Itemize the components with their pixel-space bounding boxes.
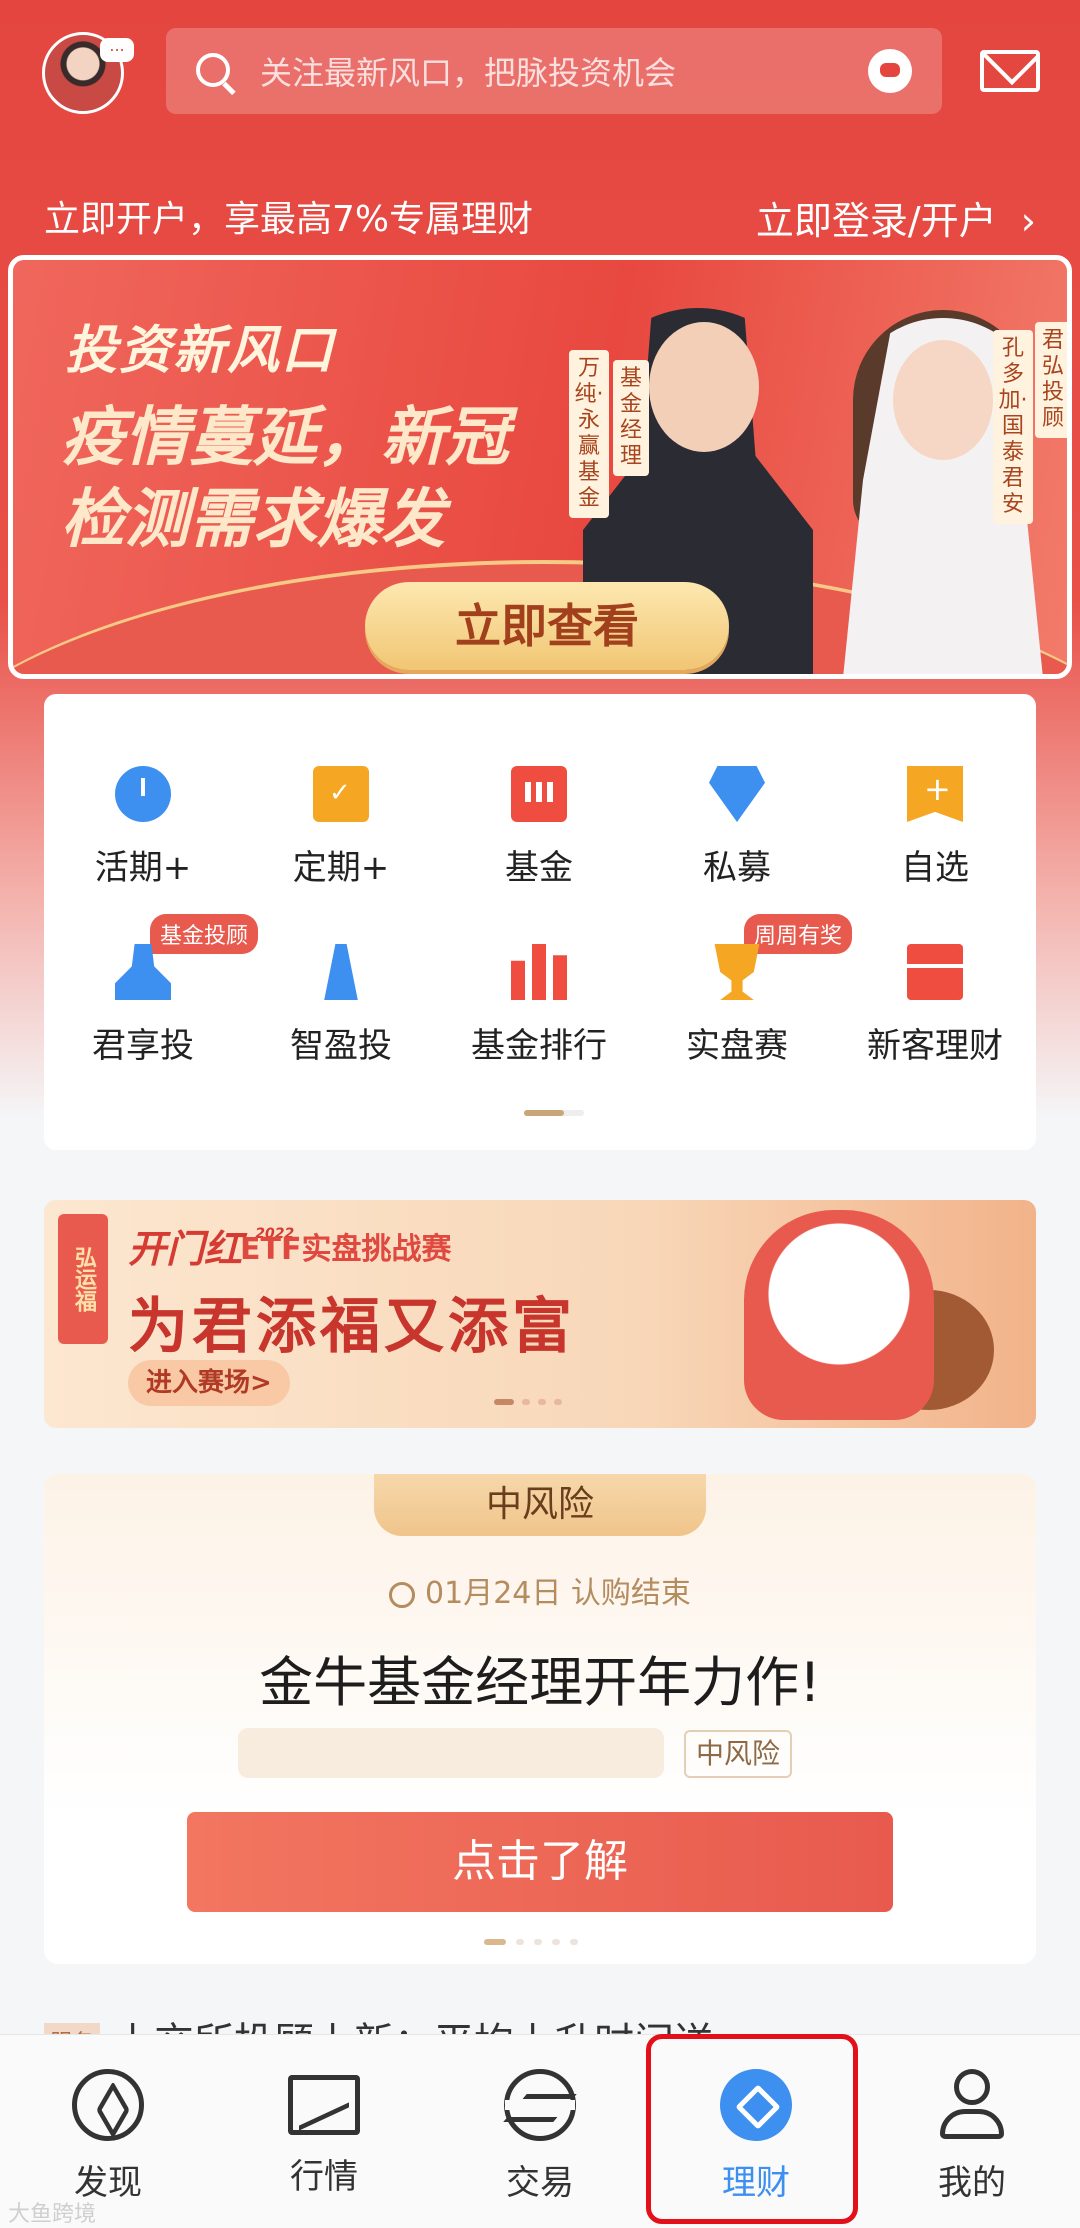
grid-item-junxiangtou[interactable]: 基金投顾 君享投 <box>44 914 259 1067</box>
nav-market[interactable]: 行情 <box>216 2035 432 2228</box>
etf-contest-banner[interactable]: 弘运福 开门红 2022 ETF实盘挑战赛 为君添福又添富 进入赛场> <box>44 1200 1036 1428</box>
watermark: 大鱼跨境 <box>8 2202 97 2227</box>
etf-seal: 弘运福 <box>58 1214 108 1344</box>
etf-title: ETF实盘挑战赛 <box>240 1232 452 1267</box>
alarm-clock-icon <box>389 1582 416 1608</box>
etf-headline: 为君添福又添富 <box>128 1292 576 1362</box>
grid-page-indicator <box>524 1110 584 1116</box>
tower-icon <box>324 944 358 1000</box>
grid-item-label: 自选 <box>901 848 969 888</box>
grid-item-label: 活期+ <box>94 848 192 888</box>
login-open-account-link[interactable]: 立即登录/开户 › <box>756 190 1036 245</box>
compass-icon <box>72 2069 144 2141</box>
search-placeholder: 关注最新风口，把脉投资机会 <box>260 54 677 92</box>
risk-level-tab: 中风险 <box>374 1474 706 1536</box>
trophy-icon <box>714 944 760 1000</box>
banner-headline-line1: 疫情蔓延，新冠 <box>61 401 509 475</box>
advisor-name: 孔多加·国泰君安 <box>998 336 1028 517</box>
bookmark-plus-icon <box>907 766 963 822</box>
risk-tag: 中风险 <box>684 1730 793 1778</box>
fund-manager-name: 万纯·永赢基金 <box>574 356 604 511</box>
fund-manager-role-tag: 基金经理 <box>613 360 649 476</box>
message-bubble-icon[interactable]: ... <box>100 38 134 62</box>
grid-item-label: 基金 <box>505 848 573 888</box>
grid-item-live-contest[interactable]: 周周有奖 实盘赛 <box>638 914 853 1067</box>
grid-item-huoqi[interactable]: 活期+ <box>44 766 242 889</box>
clock-icon <box>115 766 171 822</box>
grid-item-private-fund[interactable]: 私募 <box>638 766 836 889</box>
advisor-role: 君弘投顾 <box>1041 328 1064 431</box>
grid-item-label: 定期+ <box>292 848 390 888</box>
ranking-icon <box>511 944 567 1000</box>
fund-chart-icon <box>511 766 567 822</box>
banner-headline-line2: 检测需求爆发 <box>61 483 445 557</box>
search-bar[interactable]: 关注最新风口，把脉投资机会 <box>166 28 942 114</box>
learn-more-button[interactable]: 点击了解 <box>187 1812 893 1912</box>
banner-kicker: 投资新风口 <box>65 321 336 381</box>
search-icon <box>194 51 234 91</box>
grid-item-fund[interactable]: 基金 <box>440 766 638 889</box>
grid-item-watchlist[interactable]: 自选 <box>836 766 1034 889</box>
mail-icon[interactable] <box>980 50 1040 92</box>
date-text: 01月24日 认购结束 <box>425 1576 691 1611</box>
customer-service-icon[interactable] <box>868 49 912 93</box>
calendar-icon <box>313 766 369 822</box>
diamond-icon <box>709 766 765 822</box>
grid-item-new-customer[interactable]: 新客理财 <box>836 944 1034 1067</box>
fund-manager-role: 基金经理 <box>619 366 642 469</box>
chart-icon <box>288 2075 360 2135</box>
chevron-right-icon: › <box>1020 199 1036 243</box>
nav-profile[interactable]: 我的 <box>864 2035 1080 2228</box>
quick-entry-grid: 活期+ 定期+ 基金 私募 自选 基金投顾 君享投 智盈投 基金排行 周周有奖 … <box>44 694 1036 1150</box>
bottom-navigation: 发现 行情 交易 理财 我的 <box>0 2034 1080 2228</box>
grid-item-fund-ranking[interactable]: 基金排行 <box>440 944 638 1067</box>
product-title: 金牛基金经理开年力作! <box>259 1651 821 1714</box>
grid-item-label: 基金排行 <box>471 1026 607 1066</box>
nav-label: 交易 <box>506 2163 574 2203</box>
nav-trade[interactable]: 交易 <box>432 2035 648 2228</box>
product-card[interactable]: 中风险 01月24日 认购结束 金牛基金经理开年力作! 中风险 点击了解 <box>44 1474 1036 1964</box>
product-subtitle-placeholder <box>238 1728 664 1778</box>
nav-label: 我的 <box>938 2163 1006 2203</box>
etf-logo-text: 开门红 <box>128 1227 243 1271</box>
active-tab-highlight <box>646 2034 858 2224</box>
profile-icon <box>936 2069 1008 2141</box>
grid-item-zhiyingtou[interactable]: 智盈投 <box>242 944 440 1067</box>
etf-carousel-dots <box>494 1390 580 1405</box>
grid-item-label: 智盈投 <box>290 1026 392 1066</box>
advisor-role-tag: 君弘投顾 <box>1035 322 1067 438</box>
enter-contest-button[interactable]: 进入赛场> <box>128 1360 290 1406</box>
trade-icon <box>504 2069 576 2141</box>
gift-icon <box>907 944 963 1000</box>
hero-banner[interactable]: 投资新风口 疫情蔓延，新冠 检测需求爆发 基金经理 万纯·永赢基金 君弘投顾 孔… <box>8 255 1072 679</box>
grid-item-label: 新客理财 <box>867 1026 1003 1066</box>
lion-mascot <box>744 1210 934 1420</box>
grid-item-dingqi[interactable]: 定期+ <box>242 766 440 889</box>
view-now-button[interactable]: 立即查看 <box>365 582 729 670</box>
fund-manager-name-tag: 万纯·永赢基金 <box>569 350 609 518</box>
product-carousel-dots <box>484 1930 588 1949</box>
grid-item-label: 君享投 <box>92 1026 194 1066</box>
nav-label: 行情 <box>290 2157 358 2197</box>
login-link-label: 立即登录/开户 <box>755 199 997 243</box>
grid-item-label: 私募 <box>703 848 771 888</box>
subscription-end-date: 01月24日 认购结束 <box>44 1568 1036 1612</box>
fund-manager-face <box>649 322 759 452</box>
promo-text: 立即开户，享最高7%专属理财 <box>44 199 534 240</box>
advisor-name-tag: 孔多加·国泰君安 <box>993 330 1033 524</box>
grid-item-label: 实盘赛 <box>686 1026 788 1066</box>
advisor-face <box>893 340 993 460</box>
